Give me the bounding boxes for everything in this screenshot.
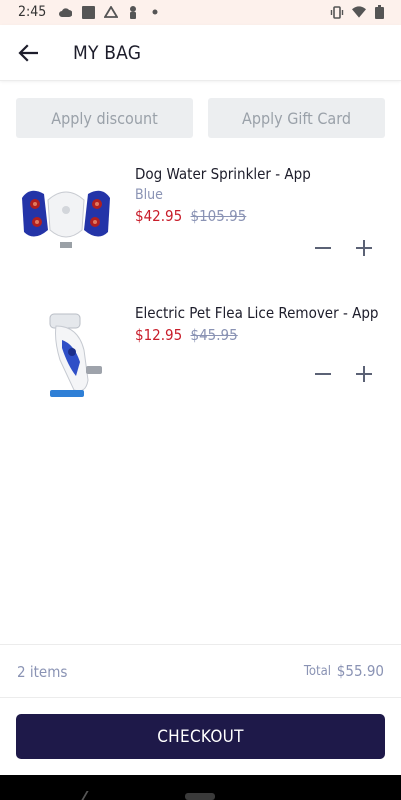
- cloud-icon: [58, 5, 72, 19]
- items-count: 2 items: [17, 663, 68, 681]
- order-summary: 2 items Total $55.90: [0, 644, 401, 698]
- back-button[interactable]: [14, 39, 42, 67]
- sale-price: $42.95: [135, 207, 183, 225]
- product-name[interactable]: Electric Pet Flea Lice Remover - App: [135, 304, 378, 322]
- system-nav-bar: [0, 775, 401, 800]
- increase-quantity-button[interactable]: [352, 362, 376, 386]
- plus-icon: [356, 366, 372, 382]
- nav-back-icon[interactable]: [81, 791, 99, 800]
- home-pill-icon[interactable]: [185, 793, 215, 800]
- total-value: $55.90: [336, 662, 384, 680]
- status-bar: 2:45: [0, 0, 401, 25]
- status-time: 2:45: [18, 4, 47, 20]
- increase-quantity-button[interactable]: [352, 236, 376, 260]
- wifi-icon: [352, 5, 366, 19]
- apply-gift-card-button[interactable]: Apply Gift Card: [208, 98, 385, 138]
- product-image-sprinkler[interactable]: [16, 160, 116, 260]
- price-row: $12.95 $45.95: [135, 326, 238, 344]
- person-icon: [126, 5, 140, 19]
- drive-icon: [104, 5, 118, 19]
- plus-icon: [356, 240, 372, 256]
- app-bar: MY BAG: [0, 25, 401, 81]
- minus-icon: [315, 373, 331, 375]
- compare-price: $105.95: [190, 207, 247, 225]
- price-row: $42.95 $105.95: [135, 207, 246, 225]
- arrow-left-icon: [18, 44, 38, 62]
- page-title: MY BAG: [73, 42, 142, 64]
- total-label: Total: [303, 664, 331, 679]
- sale-price: $12.95: [135, 326, 183, 344]
- vibrate-icon: [330, 5, 344, 19]
- apply-discount-button[interactable]: Apply discount: [16, 98, 193, 138]
- minus-icon: [315, 247, 331, 249]
- decrease-quantity-button[interactable]: [311, 362, 335, 386]
- checkout-button[interactable]: CHECKOUT: [16, 714, 385, 759]
- compare-price: $45.95: [190, 326, 238, 344]
- product-variant: Blue: [135, 187, 163, 203]
- decrease-quantity-button[interactable]: [311, 236, 335, 260]
- product-name[interactable]: Dog Water Sprinkler - App: [135, 165, 311, 183]
- battery-icon: [372, 5, 386, 19]
- product-image-flea-remover[interactable]: [16, 300, 116, 400]
- dot-icon: [148, 5, 162, 19]
- photo-icon: [81, 5, 95, 19]
